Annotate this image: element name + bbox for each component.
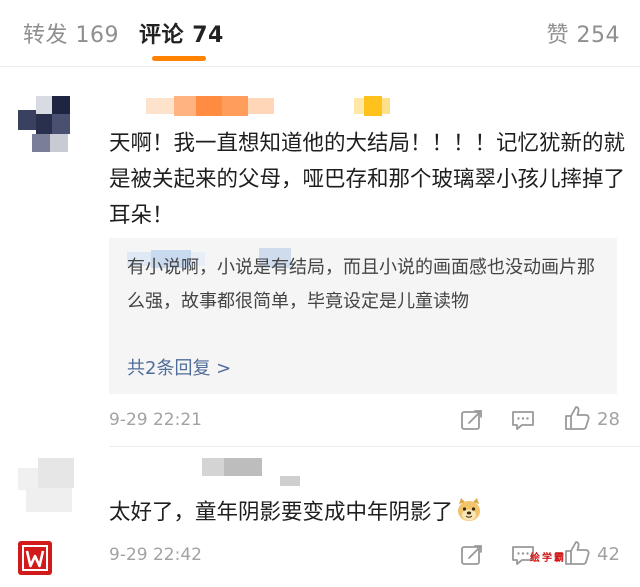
doge-emoji-icon bbox=[458, 498, 481, 521]
watermark-text: 绘学霸 bbox=[530, 553, 566, 564]
tab-repost[interactable]: 转发 169 bbox=[23, 17, 119, 49]
tab-like[interactable]: 赞 254 bbox=[546, 17, 620, 49]
tab-comment-label: 评论 bbox=[139, 23, 185, 48]
divider bbox=[109, 446, 640, 447]
comment-icon[interactable] bbox=[510, 408, 536, 432]
username-blurred[interactable] bbox=[202, 458, 302, 488]
user-badge-blurred bbox=[354, 96, 390, 116]
comment-text: 太好了，童年阴影要变成中年阴影了 bbox=[109, 495, 589, 531]
reply-preview[interactable]: 有小说啊，小说是有结局，而且小说的画面感也没动画片那么强，故事都很简单，毕竟设定… bbox=[109, 238, 617, 394]
like-icon[interactable] bbox=[563, 539, 591, 567]
tab-comment[interactable]: 评论 74 bbox=[139, 17, 224, 49]
like-icon[interactable] bbox=[563, 404, 591, 432]
tab-repost-count: 169 bbox=[75, 23, 120, 48]
like-count: 42 bbox=[597, 544, 620, 565]
tab-bar: 转发 169 评论 74 赞 254 bbox=[0, 0, 640, 67]
like-count: 28 bbox=[597, 409, 620, 430]
logo-icon bbox=[18, 541, 52, 575]
reply-text: 有小说啊，小说是有结局，而且小说的画面感也没动画片那么强，故事都很简单，毕竟设定… bbox=[127, 257, 595, 312]
view-replies-link[interactable]: 共2条回复 > bbox=[127, 354, 231, 380]
avatar[interactable] bbox=[18, 458, 74, 514]
username-blurred[interactable] bbox=[146, 96, 274, 116]
active-tab-indicator bbox=[152, 56, 206, 61]
tab-comment-count: 74 bbox=[192, 23, 224, 48]
repost-icon[interactable] bbox=[460, 543, 484, 567]
comment-time: 9-29 22:42 bbox=[109, 545, 202, 565]
avatar[interactable] bbox=[18, 96, 70, 154]
comment-text: 天啊！我一直想知道他的大结局！！！！记忆犹新的就是被关起来的父母，哑巴存和那个玻… bbox=[109, 131, 626, 228]
tab-like-label: 赞 bbox=[546, 23, 569, 48]
repost-icon[interactable] bbox=[460, 408, 484, 432]
comment-text-content: 太好了，童年阴影要变成中年阴影了 bbox=[109, 500, 454, 525]
tab-like-count: 254 bbox=[576, 23, 620, 48]
comment-time: 9-29 22:21 bbox=[109, 410, 202, 430]
tab-repost-label: 转发 bbox=[23, 23, 69, 48]
